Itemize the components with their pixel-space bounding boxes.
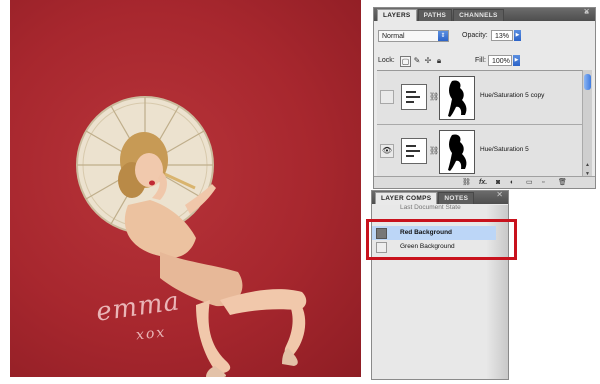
highlight-box xyxy=(366,219,517,260)
opacity-field[interactable]: 13% xyxy=(491,30,513,41)
tab-channels[interactable]: CHANNELS xyxy=(453,9,504,21)
folder-icon[interactable]: ▭ xyxy=(526,178,533,187)
lock-position-icon[interactable]: ✢ xyxy=(423,56,433,66)
hue-saturation-adjustment-icon xyxy=(401,138,427,164)
lock-row: Lock: ▢ ✎ ✢ 🔒︎ Fill: 100% ▶ xyxy=(378,55,590,69)
blend-options-row: Normal ⇕ Opacity: 13% ▶ xyxy=(378,30,590,44)
layers-footer: ⛓ fx. ◙ ◐ ▭ ▫ 🗑︎ xyxy=(374,176,595,188)
panel-close-icon[interactable]: ✕ xyxy=(496,190,503,199)
layer-mask-thumbnail[interactable] xyxy=(439,76,475,120)
layer-row[interactable]: 👁︎ ⛓ Hue/Saturation 5 xyxy=(377,125,582,179)
lock-pixels-icon[interactable]: ✎ xyxy=(412,56,422,66)
adjustment-icon[interactable]: ◐ xyxy=(510,178,514,187)
link-chain-icon: ⛓ xyxy=(429,92,440,101)
fill-field[interactable]: 100% xyxy=(488,55,512,66)
layer-name: Hue/Saturation 5 copy xyxy=(480,92,545,99)
panel-menu-icon[interactable]: ≡ xyxy=(582,10,591,18)
opacity-label: Opacity: xyxy=(462,32,488,39)
layer-name: Hue/Saturation 5 xyxy=(480,146,529,153)
opacity-arrow-icon[interactable]: ▶ xyxy=(514,30,521,41)
trash-icon[interactable]: 🗑︎ xyxy=(558,178,567,187)
layer-row[interactable]: ⛓ Hue/Saturation 5 copy xyxy=(377,71,582,125)
fx-icon[interactable]: fx. xyxy=(479,178,487,187)
visibility-toggle[interactable] xyxy=(380,90,394,104)
fill-label: Fill: xyxy=(475,57,486,64)
pinup-illustration xyxy=(76,96,307,377)
layer-mask-thumbnail[interactable] xyxy=(439,130,475,174)
layer-list: ⛓ Hue/Saturation 5 copy 👁︎ ⛓ Hue/Saturat… xyxy=(377,70,582,179)
lock-all-icon[interactable]: 🔒︎ xyxy=(434,56,444,66)
blend-mode-select[interactable]: Normal ⇕ xyxy=(378,30,449,42)
blend-mode-value: Normal xyxy=(382,33,405,40)
mask-icon[interactable]: ◙ xyxy=(496,178,500,187)
fill-arrow-icon[interactable]: ▶ xyxy=(513,55,520,66)
tab-layers[interactable]: LAYERS xyxy=(377,9,417,21)
link-chain-icon: ⛓ xyxy=(429,146,440,155)
scroll-thumb[interactable] xyxy=(584,74,591,90)
lock-transparency-icon[interactable]: ▢ xyxy=(400,56,411,67)
comp-name: Last Document State xyxy=(400,204,461,211)
face xyxy=(135,153,163,187)
tab-paths[interactable]: PATHS xyxy=(417,9,453,21)
dropdown-arrow-icon: ⇕ xyxy=(438,31,448,41)
layers-tabbar: ✕ LAYERS PATHS CHANNELS ≡ xyxy=(374,7,595,21)
layers-scrollbar[interactable]: ▲ ▼ xyxy=(582,70,592,178)
scroll-up-icon[interactable]: ▲ xyxy=(583,161,592,169)
link-icon[interactable]: ⛓ xyxy=(462,178,471,187)
signature-xox: xox xyxy=(135,324,167,344)
hue-saturation-adjustment-icon xyxy=(401,84,427,110)
new-layer-icon[interactable]: ▫ xyxy=(542,178,544,187)
comp-row-last-document-state[interactable]: Last Document State xyxy=(372,201,496,215)
lock-label: Lock: xyxy=(378,57,395,64)
photo-canvas: emma xox xyxy=(10,0,361,377)
eye-icon[interactable]: 👁︎ xyxy=(380,144,394,158)
layers-panel: ✕ LAYERS PATHS CHANNELS ≡ Normal ⇕ Opaci… xyxy=(373,7,596,189)
